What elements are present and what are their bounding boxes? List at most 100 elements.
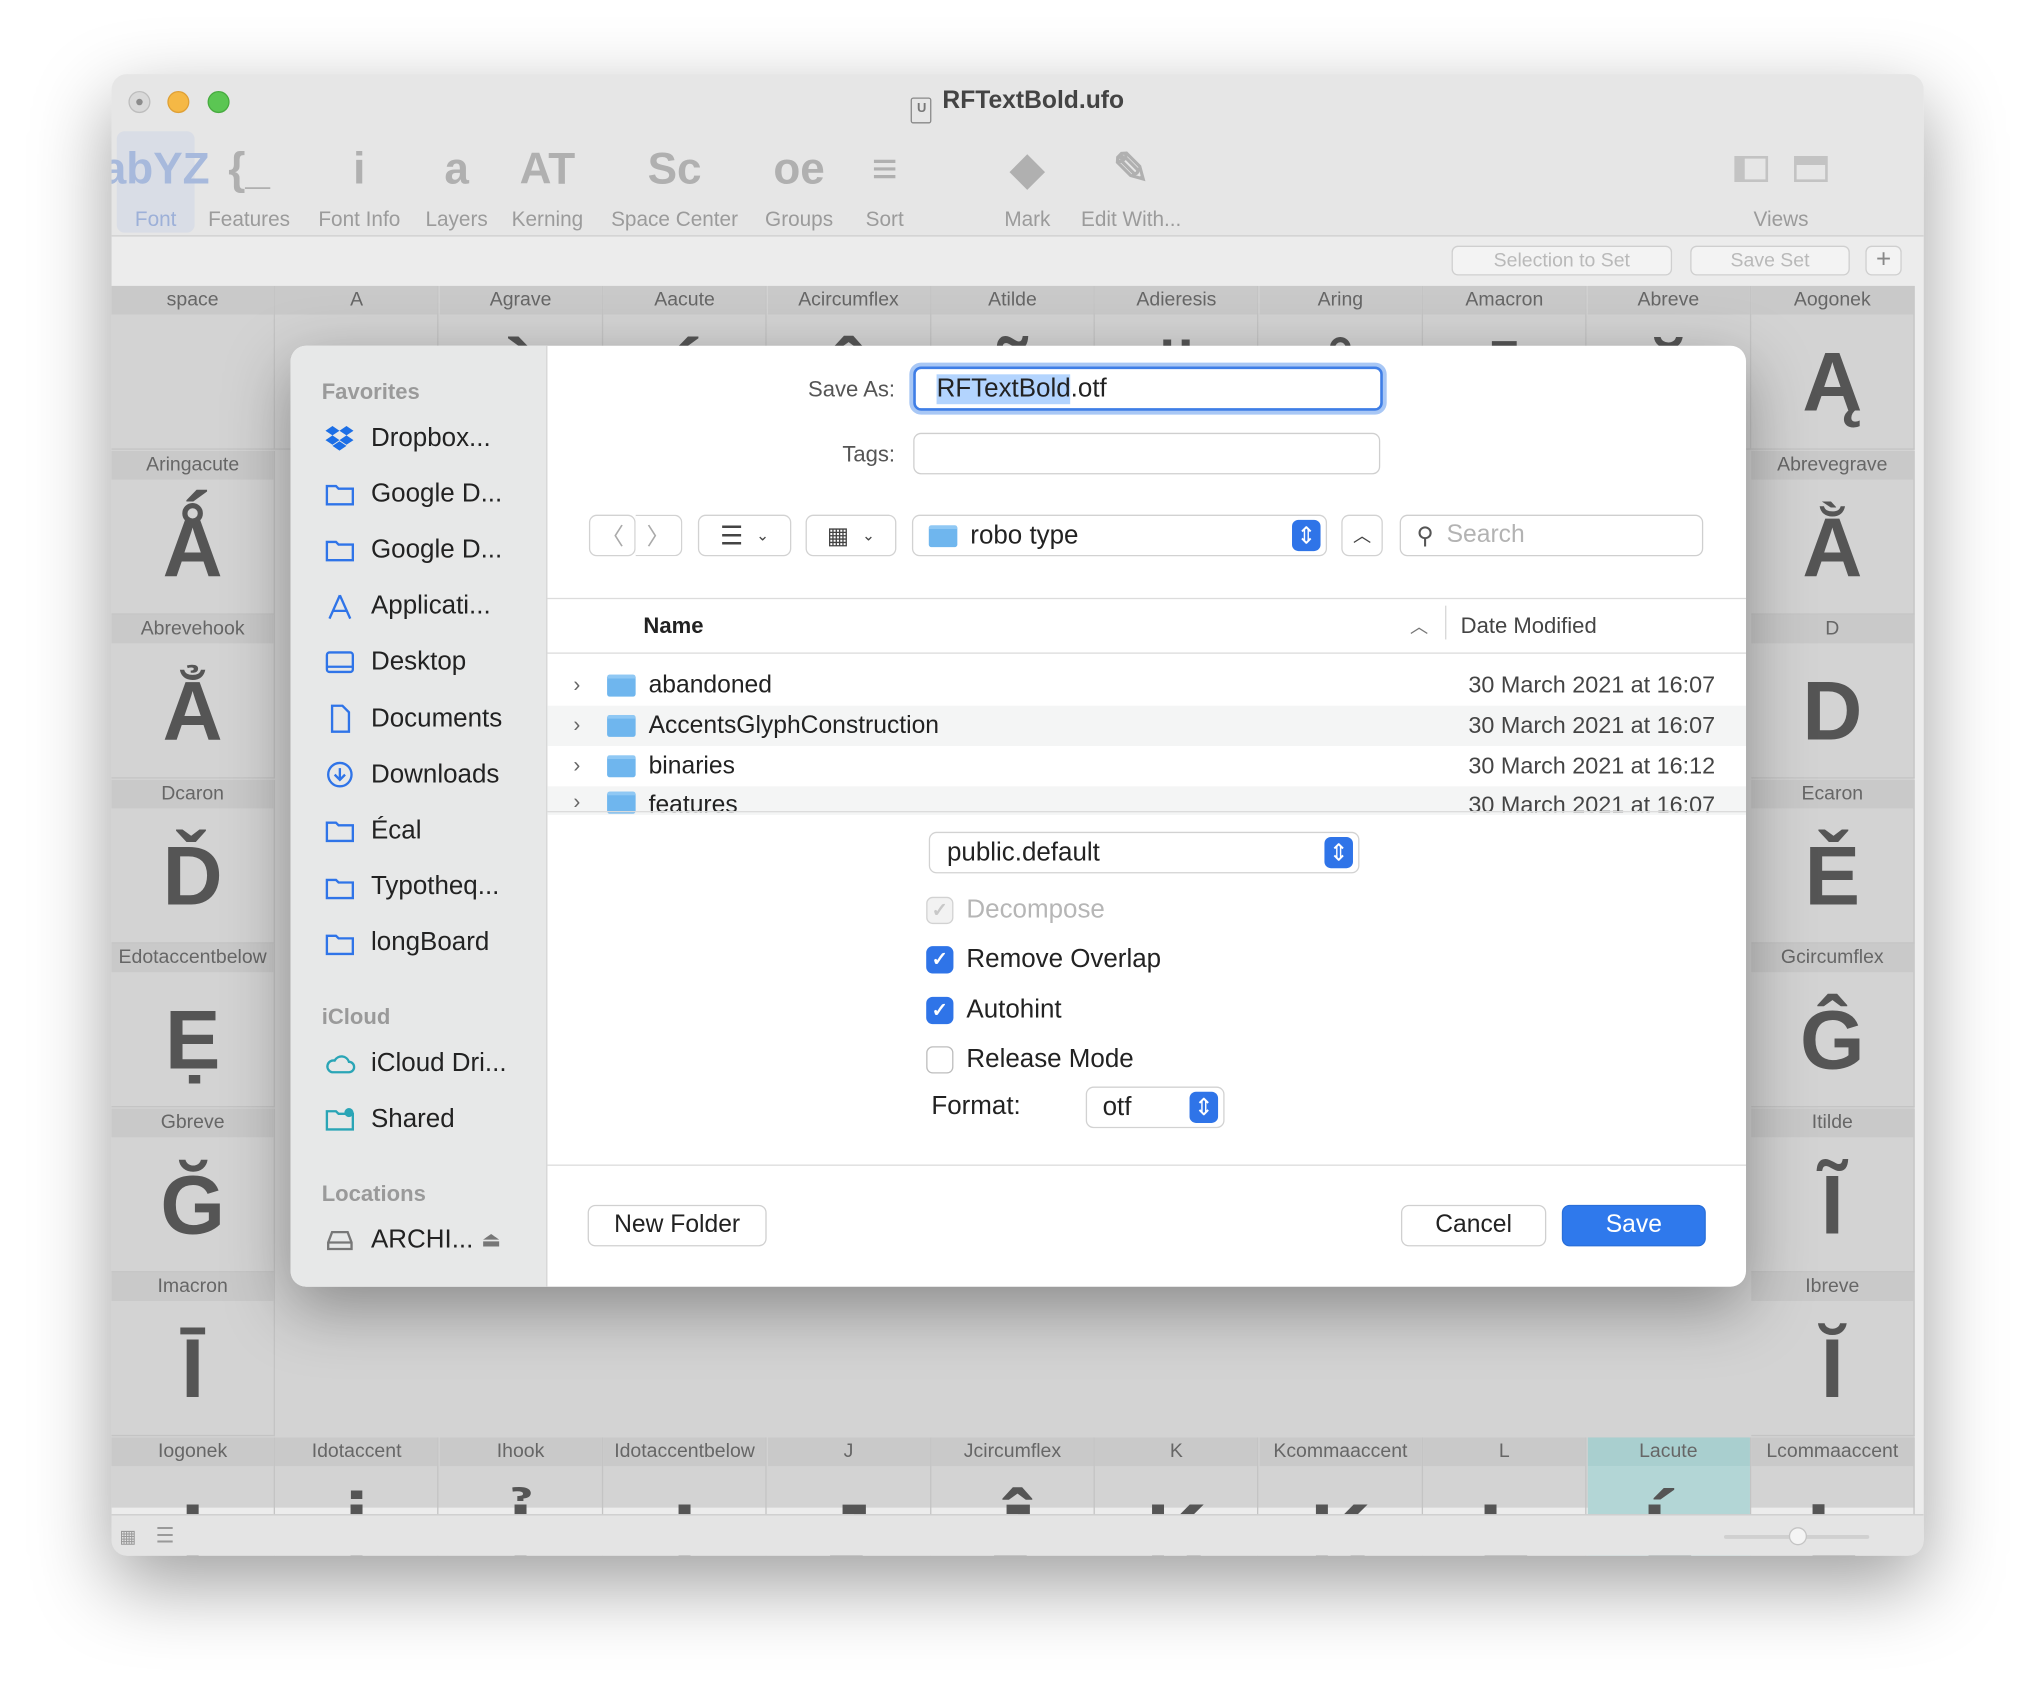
cancel-button[interactable]: Cancel [1400, 1204, 1547, 1247]
toolbar-item-font[interactable]: abYZ Font [112, 131, 210, 233]
layer-popup[interactable]: public.default ⇕ [928, 831, 1360, 874]
toolbar-item-layers[interactable]: a Layers [418, 131, 496, 232]
glyph-name: D [1751, 614, 1914, 644]
folder-icon [324, 817, 371, 846]
browser-bottom-divider [547, 811, 1747, 813]
glyph-cell[interactable]: Imacron Ī [111, 1272, 276, 1437]
glyph-name: Amacron [1423, 285, 1586, 315]
name-column-header[interactable]: Name [643, 613, 703, 639]
zoom-slider[interactable] [1723, 1527, 1870, 1546]
tags-field[interactable] [913, 432, 1381, 475]
footer-divider [547, 1164, 1747, 1166]
eject-icon[interactable]: ⏏ [481, 1227, 501, 1253]
sidebar-item[interactable]: Desktop [324, 643, 466, 682]
format-popup[interactable]: otf ⇕ [1085, 1086, 1225, 1129]
glyph-cell[interactable]: Gcircumflex Ĝ [1751, 943, 1915, 1108]
glyph-cell[interactable]: Abrevegrave Ằ [1751, 450, 1915, 615]
glyph-name: A [275, 285, 438, 315]
disclosure-chevron-icon[interactable]: › [573, 714, 599, 737]
glyph-preview: Ǻ [162, 499, 223, 594]
list-view-menu-button[interactable]: ☰ ⌄ [697, 514, 792, 557]
glyph-cell[interactable]: Ibreve Ĭ [1751, 1272, 1915, 1437]
desktop-icon [324, 648, 371, 677]
toolbar-item-font-info[interactable]: i Font Info [311, 131, 407, 232]
sidebar-item[interactable]: Documents [324, 699, 502, 738]
features-icon: {_ [228, 143, 270, 194]
glyph-cell[interactable]: Abrevehook Ẳ [111, 614, 276, 779]
ufo-document-icon: U [911, 97, 933, 124]
toolbar-item-kerning[interactable]: AT Kerning [501, 131, 594, 232]
sidebar-item[interactable]: iCloud Dri... [324, 1044, 507, 1083]
new-folder-button[interactable]: New Folder [587, 1204, 767, 1247]
sidebar-item[interactable]: Dropbox... [324, 419, 491, 458]
sidebar-item[interactable]: Applicati... [324, 587, 491, 626]
decompose-checkbox[interactable]: ✓ Decompose [926, 890, 1105, 929]
toolbar-item-sort[interactable]: ≡ Sort [851, 131, 918, 232]
save-as-field[interactable]: RFTextBold .otf [913, 366, 1383, 411]
back-button[interactable]: 〈 [588, 514, 636, 557]
glyph-cell[interactable]: DD [1751, 614, 1915, 779]
add-set-button[interactable]: + [1865, 245, 1902, 276]
glyph-cell[interactable]: Ecaron Ě [1751, 779, 1915, 943]
glyph-preview: Ą [1802, 335, 1863, 429]
glyph-name: Gcircumflex [1751, 943, 1914, 973]
sidebar-item[interactable]: Downloads [324, 755, 499, 794]
location-popup[interactable]: robo type ⇕ [911, 514, 1328, 557]
glyph-cell[interactable]: Edotaccentbelow Ẹ [111, 943, 276, 1108]
search-field[interactable]: ⚲ Search [1399, 514, 1704, 557]
toolbar-item-features[interactable]: {_ Features [204, 131, 295, 232]
views-toolbar-item[interactable]: Views [1730, 131, 1831, 232]
glyph-name: Abrevegrave [1751, 450, 1914, 479]
sidebar-item-label: ARCHI... [370, 1224, 474, 1254]
disclosure-chevron-icon[interactable]: › [573, 674, 599, 697]
window-titlebar: U RFTextBold.ufo abYZ Font {_ Features i Font … [111, 74, 1924, 237]
tags-label: Tags: [842, 441, 896, 467]
sidebar-item[interactable]: Typotheq... [324, 868, 499, 907]
glyph-cell[interactable]: Itilde Ĩ [1751, 1107, 1915, 1272]
glyph-cell[interactable]: Aringacute Ǻ [111, 450, 276, 615]
sidebar-item-label: iCloud Dri... [370, 1048, 507, 1077]
sidebar-item-label: Downloads [370, 759, 500, 789]
sidebar-item[interactable]: Google D... [324, 531, 502, 570]
selection-to-set-button[interactable]: Selection to Set [1451, 245, 1673, 276]
font-info-icon: i [353, 143, 366, 194]
toolbar-item-space-center[interactable]: Sc Space Center [602, 131, 747, 232]
glyph-name: Idotaccentbelow [603, 1436, 766, 1466]
grid-view-icon[interactable]: ▦ [119, 1526, 136, 1548]
chevron-down-icon: ⌄ [756, 526, 770, 545]
release-mode-checkbox[interactable]: Release Mode [926, 1040, 1134, 1079]
disclosure-chevron-icon[interactable]: › [573, 754, 599, 777]
parent-folder-button[interactable]: ︿ [1341, 514, 1383, 557]
glyph-cell[interactable]: Dcaron Ď [111, 779, 276, 943]
toolbar-item-edit-with[interactable]: ✎ Edit With... [1069, 131, 1194, 232]
group-menu-button[interactable]: ▦ ⌄ [805, 514, 897, 557]
filename-extension: .otf [1070, 373, 1107, 403]
autohint-checkbox[interactable]: ✓ Autohint [926, 990, 1062, 1029]
sidebar-item[interactable]: ARCHI... [324, 1220, 473, 1259]
save-button[interactable]: Save [1561, 1204, 1706, 1247]
glyph-cell[interactable]: Aogonek Ą [1751, 285, 1915, 450]
sidebar-item[interactable]: Google D... [324, 475, 502, 514]
file-row[interactable]: › binaries 30 March 2021 at 16:12 [547, 746, 1746, 786]
toolbar-item-label: Font [134, 209, 177, 232]
toolbar-item-label: Sort [865, 209, 904, 232]
file-row[interactable]: › AccentsGlyphConstruction 30 March 2021 a… [547, 705, 1747, 747]
file-row[interactable]: › abandoned 30 March 2021 at 16:07 [547, 665, 1746, 705]
toolbar-item-mark[interactable]: ◆ Mark [994, 131, 1061, 232]
forward-button[interactable]: 〉 [635, 514, 683, 557]
toolbar-item-groups[interactable]: oe Groups [758, 131, 841, 232]
remove-overlap-checkbox[interactable]: ✓ Remove Overlap [926, 940, 1161, 979]
sidebar-item[interactable]: longBoard [324, 924, 489, 963]
save-set-button[interactable]: Save Set [1690, 245, 1850, 276]
sidebar-item[interactable]: Shared [324, 1100, 455, 1139]
zoom-slider-knob[interactable] [1788, 1527, 1807, 1546]
glyph-name: Aogonek [1751, 285, 1914, 315]
sort-ascending-icon: ︿ [1410, 616, 1429, 637]
save-dialog: Favorites Dropbox... Google D... Google D.… [290, 345, 1747, 1287]
date-column-header[interactable]: Date Modified [1461, 613, 1597, 639]
sidebar-item[interactable]: Écal [324, 812, 421, 851]
list-view-icon[interactable]: ☰ [156, 1523, 175, 1549]
glyph-cell[interactable]: space [111, 285, 276, 450]
glyph-name: Abrevehook [111, 614, 274, 644]
glyph-cell[interactable]: Gbreve Ğ [111, 1107, 276, 1272]
